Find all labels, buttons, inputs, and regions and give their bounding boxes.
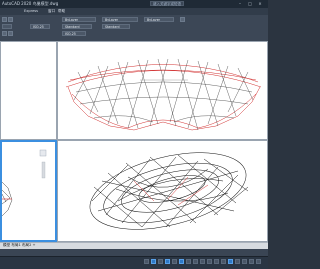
search-input[interactable]: 键入关键字或短语	[150, 1, 184, 6]
ortho-icon[interactable]	[165, 259, 170, 264]
lineweight-combo[interactable]: ByLayer	[144, 17, 174, 22]
maximize-icon[interactable]: □	[246, 1, 254, 6]
viewport-perspective[interactable]	[57, 140, 268, 242]
isolate-icon[interactable]	[228, 259, 233, 264]
viewport-left-active[interactable]	[0, 140, 57, 242]
tablestyle-combo[interactable]: Standard	[62, 24, 92, 29]
navbar-icon[interactable]	[41, 161, 46, 179]
customize-icon[interactable]	[249, 259, 254, 264]
menu-icon[interactable]	[256, 259, 261, 264]
otrack-icon[interactable]	[186, 259, 191, 264]
dimstyle-combo[interactable]: ISO-25	[30, 24, 50, 29]
zoom-icon[interactable]	[8, 31, 13, 36]
snap-icon[interactable]	[158, 259, 163, 264]
layout-tab-labels[interactable]: 模型 布局1 布局2 +	[3, 243, 36, 248]
menu-item-help[interactable]: 帮助	[58, 9, 65, 14]
close-icon[interactable]: ×	[256, 1, 264, 6]
viewport-front[interactable]	[57, 41, 268, 140]
wireframe-side-view	[2, 149, 47, 217]
lineweight-icon[interactable]	[193, 259, 198, 264]
properties-icon[interactable]	[180, 17, 185, 22]
text-style-icon[interactable]	[2, 24, 12, 29]
mleaderstyle-combo[interactable]: Standard	[102, 24, 130, 29]
viewcube-icon[interactable]	[39, 149, 47, 157]
annotation-scale-icon[interactable]	[214, 259, 219, 264]
app-title: AutoCAD 2020 鸟巢模型.dwg	[2, 1, 59, 6]
wireframe-3d-view	[89, 152, 249, 230]
wireframe-front-view	[65, 58, 262, 131]
menu-item-express[interactable]: Express	[24, 9, 38, 13]
selection-cycling-icon[interactable]	[207, 259, 212, 264]
grid-icon[interactable]	[151, 259, 156, 264]
color-combo[interactable]: ByLayer	[62, 17, 96, 22]
command-line[interactable]	[0, 249, 268, 256]
osnap-icon[interactable]	[179, 259, 184, 264]
layer-icon[interactable]	[2, 17, 7, 22]
transparency-icon[interactable]	[200, 259, 205, 264]
model-space-icon[interactable]	[144, 259, 149, 264]
polar-icon[interactable]	[172, 259, 177, 264]
clean-screen-icon[interactable]	[242, 259, 247, 264]
minimize-icon[interactable]: –	[236, 1, 244, 6]
viewport-top-left[interactable]	[0, 41, 57, 140]
layer-combo[interactable]: ISO-25	[62, 31, 86, 36]
hardware-accel-icon[interactable]	[235, 259, 240, 264]
menu-bar	[0, 8, 268, 15]
menu-item-window[interactable]: 窗口	[48, 9, 55, 14]
pan-icon[interactable]	[2, 31, 7, 36]
workspace-icon[interactable]	[221, 259, 226, 264]
linetype-combo[interactable]: ByLayer	[102, 17, 138, 22]
layer-state-icon[interactable]	[8, 17, 13, 22]
